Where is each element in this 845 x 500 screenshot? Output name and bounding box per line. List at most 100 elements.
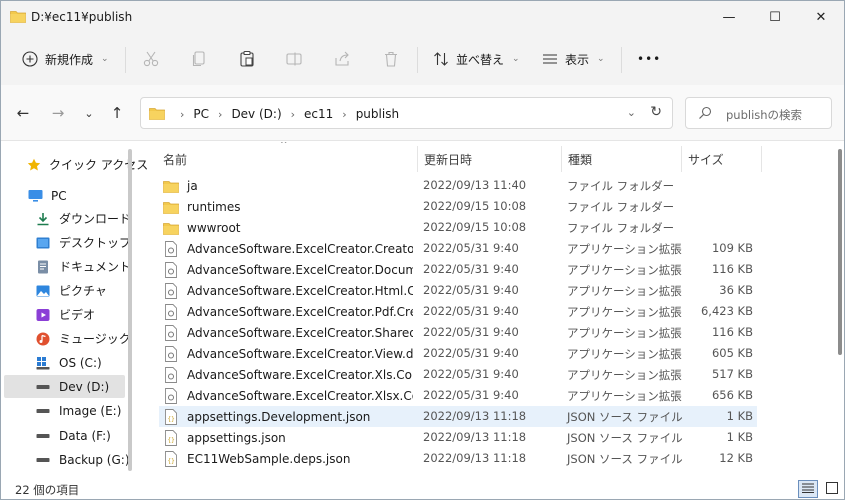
file-name: AdvanceSoftware.ExcelCreator.Document...… bbox=[187, 263, 413, 277]
file-name: appsettings.json bbox=[187, 431, 286, 445]
file-row[interactable]: ja 2022/09/13 11:40 ファイル フォルダー bbox=[159, 175, 757, 196]
dll-file-icon bbox=[163, 241, 179, 257]
file-row[interactable]: {} EC11WebSample.deps.json 2022/09/13 11:… bbox=[159, 448, 757, 469]
recent-locations-button[interactable]: ⌄ bbox=[76, 100, 102, 126]
back-button[interactable]: ← bbox=[10, 100, 36, 126]
paste-button[interactable] bbox=[238, 45, 256, 73]
file-size: 517 KB bbox=[711, 367, 753, 381]
copy-button[interactable] bbox=[190, 45, 208, 73]
folder-icon bbox=[163, 178, 179, 194]
file-type: JSON ソース ファイル bbox=[567, 410, 683, 424]
file-row[interactable]: AdvanceSoftware.ExcelCreator.Document...… bbox=[159, 259, 757, 280]
rename-button[interactable] bbox=[285, 45, 303, 73]
file-row[interactable]: AdvanceSoftware.ExcelCreator.Pdf.Creato.… bbox=[159, 301, 757, 322]
breadcrumb-publish[interactable]: publish bbox=[356, 107, 399, 121]
view-button[interactable]: 表示 ⌄ bbox=[542, 45, 605, 73]
chevron-right-icon[interactable]: › bbox=[291, 108, 295, 121]
file-row[interactable]: AdvanceSoftware.ExcelCreator.Html.Crea..… bbox=[159, 280, 757, 301]
sidebar-item-label: Data (F:) bbox=[59, 428, 111, 443]
sidebar-item-label: クイック アクセス bbox=[49, 158, 149, 172]
file-date: 2022/09/15 10:08 bbox=[423, 220, 527, 234]
file-type: ファイル フォルダー bbox=[567, 221, 675, 235]
breadcrumb-ec11[interactable]: ec11 bbox=[304, 107, 333, 121]
maximize-button[interactable]: ☐ bbox=[752, 1, 798, 33]
file-name: AdvanceSoftware.ExcelCreator.Pdf.Creato.… bbox=[187, 305, 413, 319]
sidebar-item-label: PC bbox=[51, 188, 67, 203]
breadcrumb-pc[interactable]: PC bbox=[193, 107, 209, 121]
file-row-selected[interactable]: {} appsettings.Development.json 2022/09/1… bbox=[159, 406, 757, 427]
column-divider[interactable] bbox=[681, 146, 682, 172]
file-type: ファイル フォルダー bbox=[567, 200, 675, 214]
file-row[interactable]: AdvanceSoftware.ExcelCreator.Xlsx.Core.d… bbox=[159, 385, 757, 406]
file-row[interactable]: AdvanceSoftware.ExcelCreator.Creator.dll… bbox=[159, 238, 757, 259]
file-date: 2022/05/31 9:40 bbox=[423, 304, 519, 318]
file-row[interactable]: runtimes 2022/09/15 10:08 ファイル フォルダー bbox=[159, 196, 757, 217]
trash-icon bbox=[382, 50, 400, 68]
chevron-right-icon[interactable]: › bbox=[180, 108, 184, 121]
file-row[interactable]: {} appsettings.json 2022/09/13 11:18 JSON… bbox=[159, 427, 757, 448]
command-bar: 新規作成 ⌄ 並べ替え ⌄ 表示 ⌄ ••• bbox=[1, 33, 844, 85]
sidebar-item-label: ビデオ bbox=[59, 308, 96, 322]
file-row[interactable]: AdvanceSoftware.ExcelCreator.Shared.dll … bbox=[159, 322, 757, 343]
file-size: 116 KB bbox=[711, 262, 753, 276]
file-list-scrollbar[interactable] bbox=[838, 149, 842, 355]
list-view-icon bbox=[542, 51, 558, 67]
file-name: AdvanceSoftware.ExcelCreator.View.dll bbox=[187, 347, 413, 361]
file-name: runtimes bbox=[187, 200, 241, 214]
dll-file-icon bbox=[163, 346, 179, 362]
share-icon bbox=[333, 50, 351, 68]
chevron-right-icon[interactable]: › bbox=[218, 108, 222, 121]
toolbar-divider bbox=[417, 47, 418, 73]
search-box[interactable]: publishの検索 bbox=[685, 97, 832, 129]
column-divider[interactable] bbox=[561, 146, 562, 172]
column-header-type[interactable]: 種類 bbox=[568, 148, 592, 170]
sidebar-scrollbar[interactable] bbox=[128, 149, 132, 471]
file-size: 12 KB bbox=[719, 451, 753, 465]
navigation-bar: ← → ⌄ ↑ › PC › Dev (D:) › ec11 › publish… bbox=[1, 85, 844, 141]
column-header-name[interactable]: 名前 bbox=[163, 148, 187, 170]
file-date: 2022/05/31 9:40 bbox=[423, 241, 519, 255]
svg-text:{}: {} bbox=[168, 416, 175, 423]
details-view-button[interactable] bbox=[798, 480, 818, 498]
close-button[interactable]: ✕ bbox=[798, 1, 844, 33]
refresh-button[interactable]: ↻ bbox=[650, 104, 662, 120]
forward-button[interactable]: → bbox=[45, 100, 71, 126]
address-history-dropdown[interactable]: ⌄ bbox=[627, 106, 636, 119]
chevron-down-icon: ⌄ bbox=[512, 54, 520, 64]
column-header-size[interactable]: サイズ bbox=[688, 148, 724, 170]
cut-button[interactable] bbox=[142, 45, 160, 73]
address-bar[interactable]: › PC › Dev (D:) › ec11 › publish ⌄ ↻ bbox=[140, 97, 673, 129]
sidebar-item-label: OS (C:) bbox=[59, 355, 102, 370]
delete-button[interactable] bbox=[382, 45, 400, 73]
folder-icon bbox=[149, 106, 165, 123]
file-size: 1 KB bbox=[726, 409, 753, 423]
item-count: 22 個の項目 bbox=[15, 483, 80, 497]
dll-file-icon bbox=[163, 304, 179, 320]
sidebar-item-dev-drive[interactable]: Dev (D:) bbox=[4, 375, 125, 398]
column-divider[interactable] bbox=[761, 146, 762, 172]
sidebar-item-label: Image (E:) bbox=[59, 403, 122, 418]
file-name: EC11WebSample.deps.json bbox=[187, 452, 351, 466]
breadcrumb-dev-drive[interactable]: Dev (D:) bbox=[231, 107, 281, 121]
file-date: 2022/05/31 9:40 bbox=[423, 325, 519, 339]
up-button[interactable]: ↑ bbox=[104, 100, 130, 126]
new-button[interactable]: 新規作成 ⌄ bbox=[22, 45, 109, 73]
rename-icon bbox=[285, 50, 303, 68]
chevron-right-icon[interactable]: › bbox=[342, 108, 346, 121]
column-divider[interactable] bbox=[417, 146, 418, 172]
chevron-down-icon: ⌄ bbox=[101, 54, 109, 64]
search-placeholder: publishの検索 bbox=[726, 108, 803, 122]
column-header-date[interactable]: 更新日時 bbox=[424, 148, 472, 170]
sort-icon bbox=[433, 51, 449, 67]
share-button[interactable] bbox=[333, 45, 351, 73]
large-icons-view-button[interactable] bbox=[822, 480, 842, 498]
file-row[interactable]: AdvanceSoftware.ExcelCreator.Xls.Core.dl… bbox=[159, 364, 757, 385]
sort-button[interactable]: 並べ替え ⌄ bbox=[433, 45, 520, 73]
minimize-button[interactable]: — bbox=[706, 1, 752, 33]
file-row[interactable]: wwwroot 2022/09/15 10:08 ファイル フォルダー bbox=[159, 217, 757, 238]
file-row[interactable]: AdvanceSoftware.ExcelCreator.View.dll 20… bbox=[159, 343, 757, 364]
file-name: AdvanceSoftware.ExcelCreator.Shared.dll bbox=[187, 326, 413, 340]
more-options-button[interactable]: ••• bbox=[637, 45, 661, 73]
file-type: アプリケーション拡張 bbox=[567, 242, 682, 256]
file-name: wwwroot bbox=[187, 221, 241, 235]
